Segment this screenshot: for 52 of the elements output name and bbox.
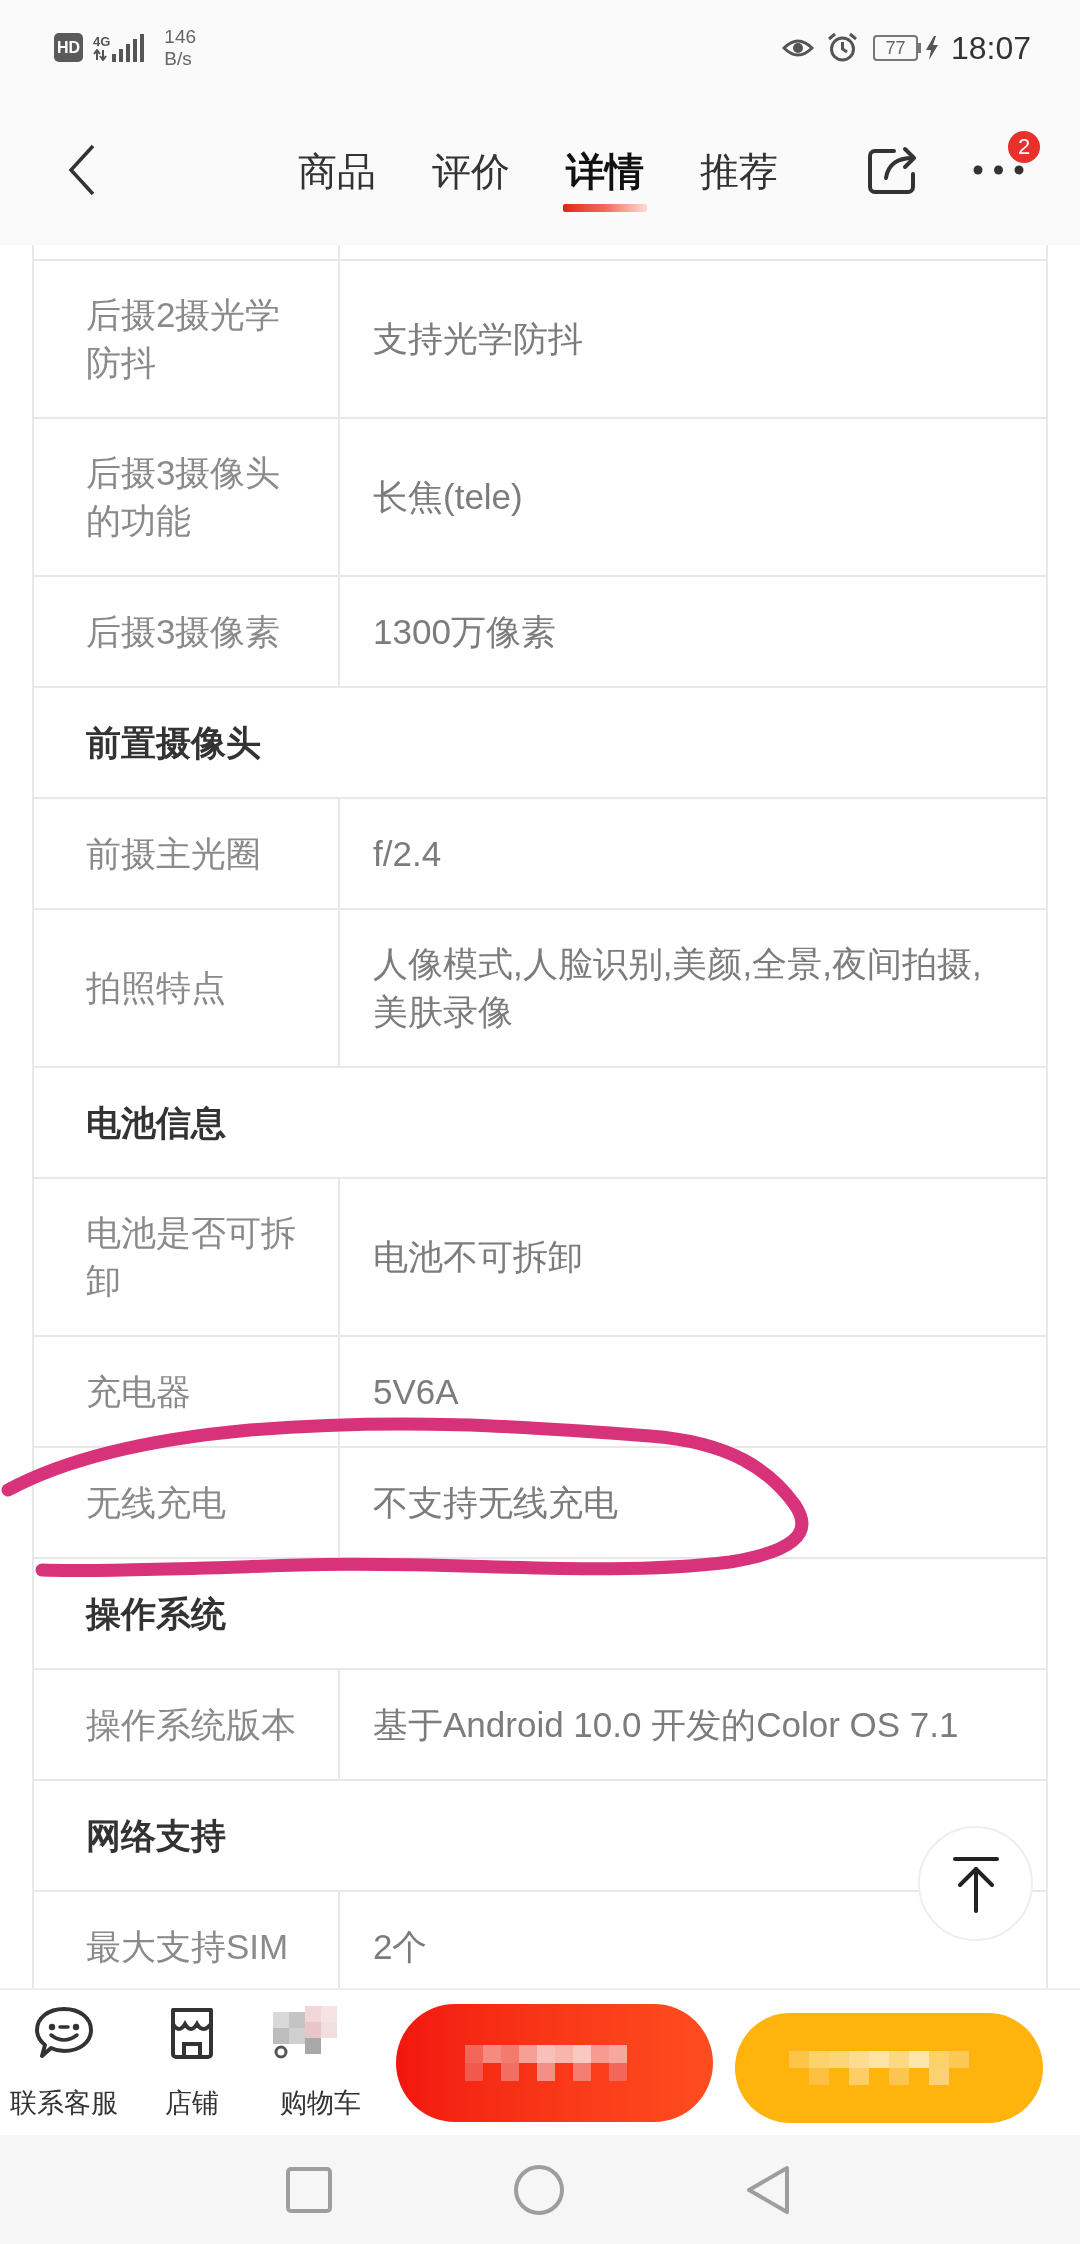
alarm-icon (826, 32, 858, 63)
spec-value: 支持光学防抖 (373, 318, 583, 360)
section-heading: 前置摄像头 (86, 721, 261, 764)
share-button[interactable] (866, 144, 919, 196)
eye-icon (781, 36, 814, 59)
bottom-action[interactable]: 联系客服 (0, 2005, 128, 2120)
nav-tab[interactable]: 详情 (563, 128, 647, 212)
more-dots-icon (973, 165, 1024, 175)
spec-label: 后摄3摄像素 (86, 610, 281, 653)
bottom-action[interactable]: 购物车 (256, 2005, 384, 2120)
section-heading: 电池信息 (86, 1101, 226, 1144)
spec-value: 不支持无线充电 (373, 1481, 618, 1524)
bottom-action[interactable]: 店铺 (128, 2005, 256, 2120)
nav-tab[interactable]: 商品 (295, 128, 379, 212)
back-icon (68, 144, 96, 196)
spec-label: 拍照特点 (86, 967, 226, 1009)
spec-label: 电池是否可拆卸 (86, 1212, 297, 1302)
spec-value: 基于Android 10.0 开发的Color OS 7.1 (373, 1703, 959, 1746)
chat-smiley-icon (34, 2006, 94, 2059)
home-icon[interactable] (514, 2164, 564, 2215)
back-triangle-icon[interactable] (746, 2165, 790, 2214)
back-to-top-icon (950, 1854, 1001, 1913)
network-type: 4G (93, 34, 111, 49)
spec-value: 电池不可拆卸 (373, 1236, 583, 1278)
spec-value: 5V6A (373, 1370, 459, 1413)
signal-icon (112, 33, 145, 62)
spec-label: 无线充电 (86, 1481, 226, 1524)
spec-value: 长焦(tele) (373, 476, 523, 518)
section-heading: 网络支持 (86, 1814, 226, 1857)
section-heading: 操作系统 (86, 1592, 226, 1635)
nav-tab[interactable]: 评价 (429, 128, 513, 212)
speed-unit: B/s (164, 47, 192, 70)
spec-label: 后摄3摄像头的功能 (86, 452, 282, 542)
spec-value: 人像模式,人脸识别,美颜,全景,夜间拍摄,美肤录像 (373, 943, 983, 1033)
spec-label: 后摄2摄光学防抖 (86, 294, 282, 384)
network-speed: 146 (164, 25, 197, 48)
spec-value: f/2.4 (373, 832, 442, 875)
spec-value: 1300万像素 (373, 610, 556, 653)
clock-time: 18:07 (950, 31, 1031, 64)
spec-label: 最大支持SIM (86, 1925, 289, 1968)
spec-value: 2个 (373, 1925, 428, 1968)
nav-tab[interactable]: 推荐 (697, 128, 781, 212)
recent-apps-icon[interactable] (286, 2166, 332, 2213)
spec-label: 充电器 (86, 1370, 191, 1413)
hd-indicator: HD (54, 33, 83, 62)
battery-indicator: 77 (872, 34, 921, 61)
spec-label: 前摄主光圈 (86, 832, 261, 875)
data-arrows-icon (93, 48, 107, 61)
spec-label: 操作系统版本 (86, 1703, 296, 1746)
charging-bolt-icon (924, 35, 939, 60)
share-icon (866, 144, 919, 196)
notification-badge: 2 (1008, 131, 1040, 163)
